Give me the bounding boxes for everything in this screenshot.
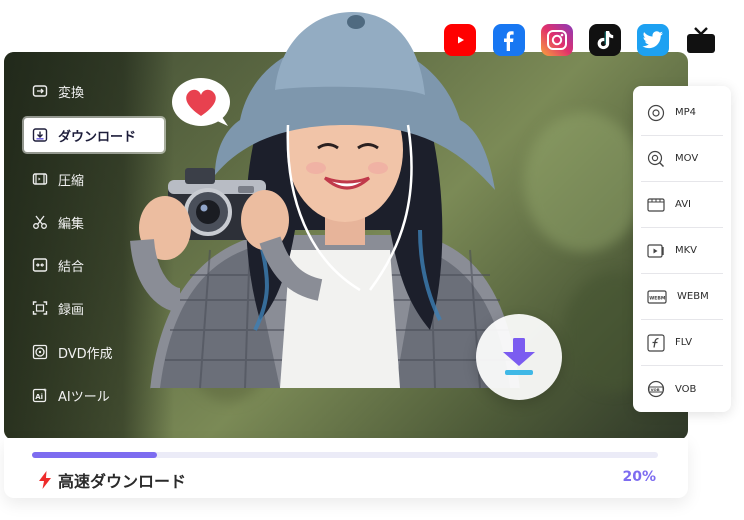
record-icon bbox=[32, 301, 48, 315]
format-label: MP4 bbox=[675, 107, 697, 118]
format-item-mkv[interactable]: MKV bbox=[641, 228, 723, 274]
format-panel: MP4 MOV AVI MKV WEBM WEBM FLV VOB VOB bbox=[633, 86, 731, 412]
sidebar-item-label: 結合 bbox=[58, 259, 85, 275]
format-item-avi[interactable]: AVI bbox=[641, 182, 723, 228]
download-label: 高速ダウンロード bbox=[38, 468, 186, 492]
format-item-mp4[interactable]: MP4 bbox=[641, 90, 723, 136]
ai-icon: Ai bbox=[32, 388, 47, 403]
mkv-icon bbox=[647, 243, 664, 258]
download-label-text: 高速ダウンロード bbox=[58, 472, 187, 491]
tv-icon[interactable] bbox=[685, 24, 717, 56]
sidebar-item-label: AIツール bbox=[58, 389, 110, 405]
format-label: MOV bbox=[675, 153, 699, 164]
svg-text:WEBM: WEBM bbox=[649, 295, 666, 301]
format-label: WEBM bbox=[677, 291, 709, 302]
merge-icon bbox=[32, 258, 48, 272]
sidebar-item-label: 録画 bbox=[58, 302, 85, 318]
download-icon bbox=[32, 128, 48, 142]
facebook-icon[interactable] bbox=[493, 24, 525, 56]
heart-bubble-icon bbox=[172, 78, 230, 126]
lightning-icon bbox=[39, 471, 51, 489]
format-label: AVI bbox=[675, 199, 691, 210]
webm-icon: WEBM bbox=[647, 289, 667, 304]
format-label: VOB bbox=[675, 383, 697, 395]
instagram-icon[interactable] bbox=[541, 24, 573, 56]
svg-text:Ai: Ai bbox=[35, 393, 43, 401]
mp4-icon bbox=[647, 104, 665, 121]
format-item-vob[interactable]: VOB VOB bbox=[641, 366, 723, 412]
sidebar-item-label: 圧縮 bbox=[58, 173, 85, 189]
scissors-icon bbox=[33, 215, 47, 229]
format-item-mov[interactable]: MOV bbox=[641, 136, 723, 182]
progress-track bbox=[32, 452, 658, 458]
format-item-flv[interactable]: FLV bbox=[641, 320, 723, 366]
tiktok-icon[interactable] bbox=[589, 24, 621, 56]
dvd-icon bbox=[32, 344, 48, 360]
progress-fill bbox=[32, 452, 158, 458]
download-progress-bar: 高速ダウンロード 20% bbox=[4, 438, 688, 498]
progress-percent: 20% bbox=[622, 469, 656, 485]
sidebar-item-label: 変換 bbox=[58, 85, 85, 101]
compress-icon bbox=[32, 173, 48, 185]
format-item-webm[interactable]: WEBM WEBM bbox=[641, 274, 723, 320]
youtube-icon[interactable] bbox=[444, 24, 476, 56]
mov-icon bbox=[647, 150, 664, 167]
download-button[interactable] bbox=[476, 314, 562, 400]
flv-icon bbox=[647, 333, 665, 352]
vob-icon: VOB bbox=[647, 380, 665, 398]
stage: 変換 ダウンロード 圧縮 編集 結合 録画 DVD作成 Ai AIツール MP4… bbox=[0, 0, 744, 520]
sidebar-item-label: 編集 bbox=[58, 216, 85, 232]
convert-icon bbox=[32, 85, 48, 97]
avi-icon bbox=[647, 197, 665, 212]
format-label: FLV bbox=[675, 337, 693, 348]
svg-text:VOB: VOB bbox=[651, 387, 660, 392]
format-label: MKV bbox=[675, 245, 698, 256]
twitter-icon[interactable] bbox=[637, 24, 669, 56]
download-arrow-icon bbox=[503, 338, 535, 375]
sidebar-item-label: DVD作成 bbox=[58, 346, 113, 362]
